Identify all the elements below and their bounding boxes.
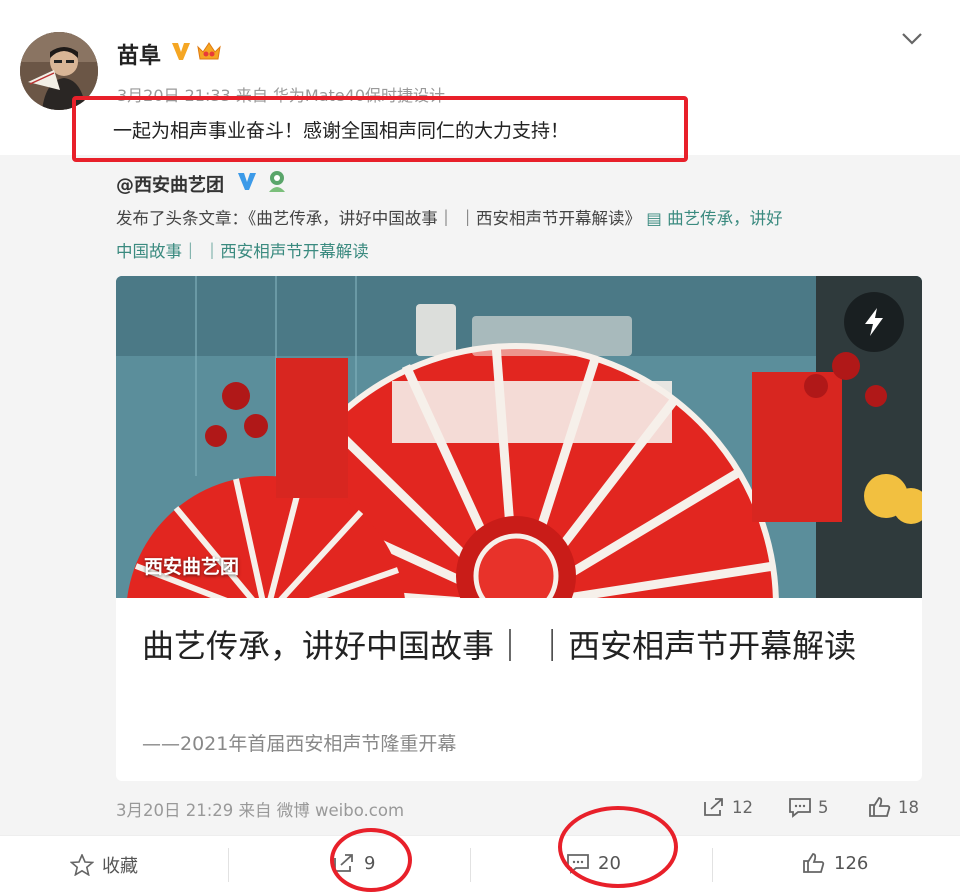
article-cover-image: 西安曲艺团 bbox=[116, 276, 922, 598]
like-count: 126 bbox=[834, 852, 869, 874]
like-button[interactable]: 126 bbox=[802, 852, 868, 874]
repost-like-count: 18 bbox=[898, 797, 919, 817]
cover-tag: 西安曲艺团 bbox=[144, 556, 240, 578]
article-subtitle: ——2021年首届西安相声节隆重开幕 bbox=[142, 733, 457, 755]
username[interactable]: 苗阜 bbox=[117, 38, 161, 70]
repost-button[interactable]: 9 bbox=[332, 852, 375, 874]
repost-count: 9 bbox=[364, 852, 376, 874]
comment-icon bbox=[789, 798, 811, 818]
avatar[interactable] bbox=[20, 32, 98, 110]
repost-comment-count: 5 bbox=[818, 797, 829, 817]
favorite-label: 收藏 bbox=[102, 856, 138, 877]
star-icon bbox=[70, 854, 94, 876]
article-link[interactable]: ▤ 曲艺传承，讲好 bbox=[646, 209, 782, 228]
article-title: 曲艺传承，讲好中国故事｜ ｜西安相声节开幕解读 bbox=[142, 627, 857, 665]
bottom-action-bar: 收藏 9 20 126 bbox=[0, 835, 960, 893]
comment-icon bbox=[567, 854, 589, 874]
divider bbox=[228, 848, 229, 882]
divider bbox=[470, 848, 471, 882]
thumbs-up-icon bbox=[803, 853, 825, 873]
share-icon bbox=[704, 798, 723, 816]
post-text: 一起为相声事业奋斗！感谢全国相声同仁的大力支持！ bbox=[113, 120, 570, 142]
crown-icon bbox=[197, 42, 221, 60]
repost-author[interactable]: @西安曲艺团 bbox=[116, 171, 224, 197]
repost-comment-button[interactable]: 5 bbox=[788, 796, 829, 818]
post-meta: 3月20日 21:33 来自 华为Mate40保时捷设计 bbox=[117, 86, 445, 105]
post-header: 苗阜 3月20日 21:33 来自 华为Mate40保时捷设计 一起为相声事业奋… bbox=[0, 0, 960, 155]
repost-meta: 3月20日 21:29 来自 微博 weibo.com bbox=[116, 801, 405, 820]
repost-share-count: 12 bbox=[732, 797, 753, 817]
comment-count: 20 bbox=[598, 852, 621, 874]
verified-v-icon bbox=[172, 43, 190, 60]
flash-icon[interactable] bbox=[844, 292, 904, 352]
article-link-continued[interactable]: 中国故事｜ ｜西安相声节开幕解读 bbox=[116, 238, 369, 262]
repost-text-line1: 发布了头条文章：《曲艺传承，讲好中国故事｜ ｜西安相声节开幕解读》 ▤ 曲艺传承… bbox=[116, 205, 783, 229]
repost-text: 发布了头条文章：《曲艺传承，讲好中国故事｜ ｜西安相声节开幕解读》 bbox=[116, 209, 641, 228]
repost-like-button[interactable]: 18 bbox=[868, 796, 919, 818]
chevron-down-icon[interactable] bbox=[900, 30, 924, 48]
divider bbox=[712, 848, 713, 882]
share-icon bbox=[334, 854, 353, 872]
favorite-button[interactable]: 收藏 bbox=[70, 852, 138, 878]
repost-share-button[interactable]: 12 bbox=[702, 796, 753, 818]
member-badge-icon bbox=[269, 171, 285, 192]
thumbs-up-icon bbox=[869, 797, 891, 817]
repost-section: @西安曲艺团 发布了头条文章：《曲艺传承，讲好中国故事｜ ｜西安相声节开幕解读》… bbox=[0, 155, 960, 835]
comment-button[interactable]: 20 bbox=[566, 852, 621, 874]
blue-v-icon bbox=[238, 173, 256, 190]
article-card[interactable]: 西安曲艺团 曲艺传承，讲好中国故事｜ ｜西安相声节开幕解读 ——2021年首届西… bbox=[116, 276, 922, 781]
